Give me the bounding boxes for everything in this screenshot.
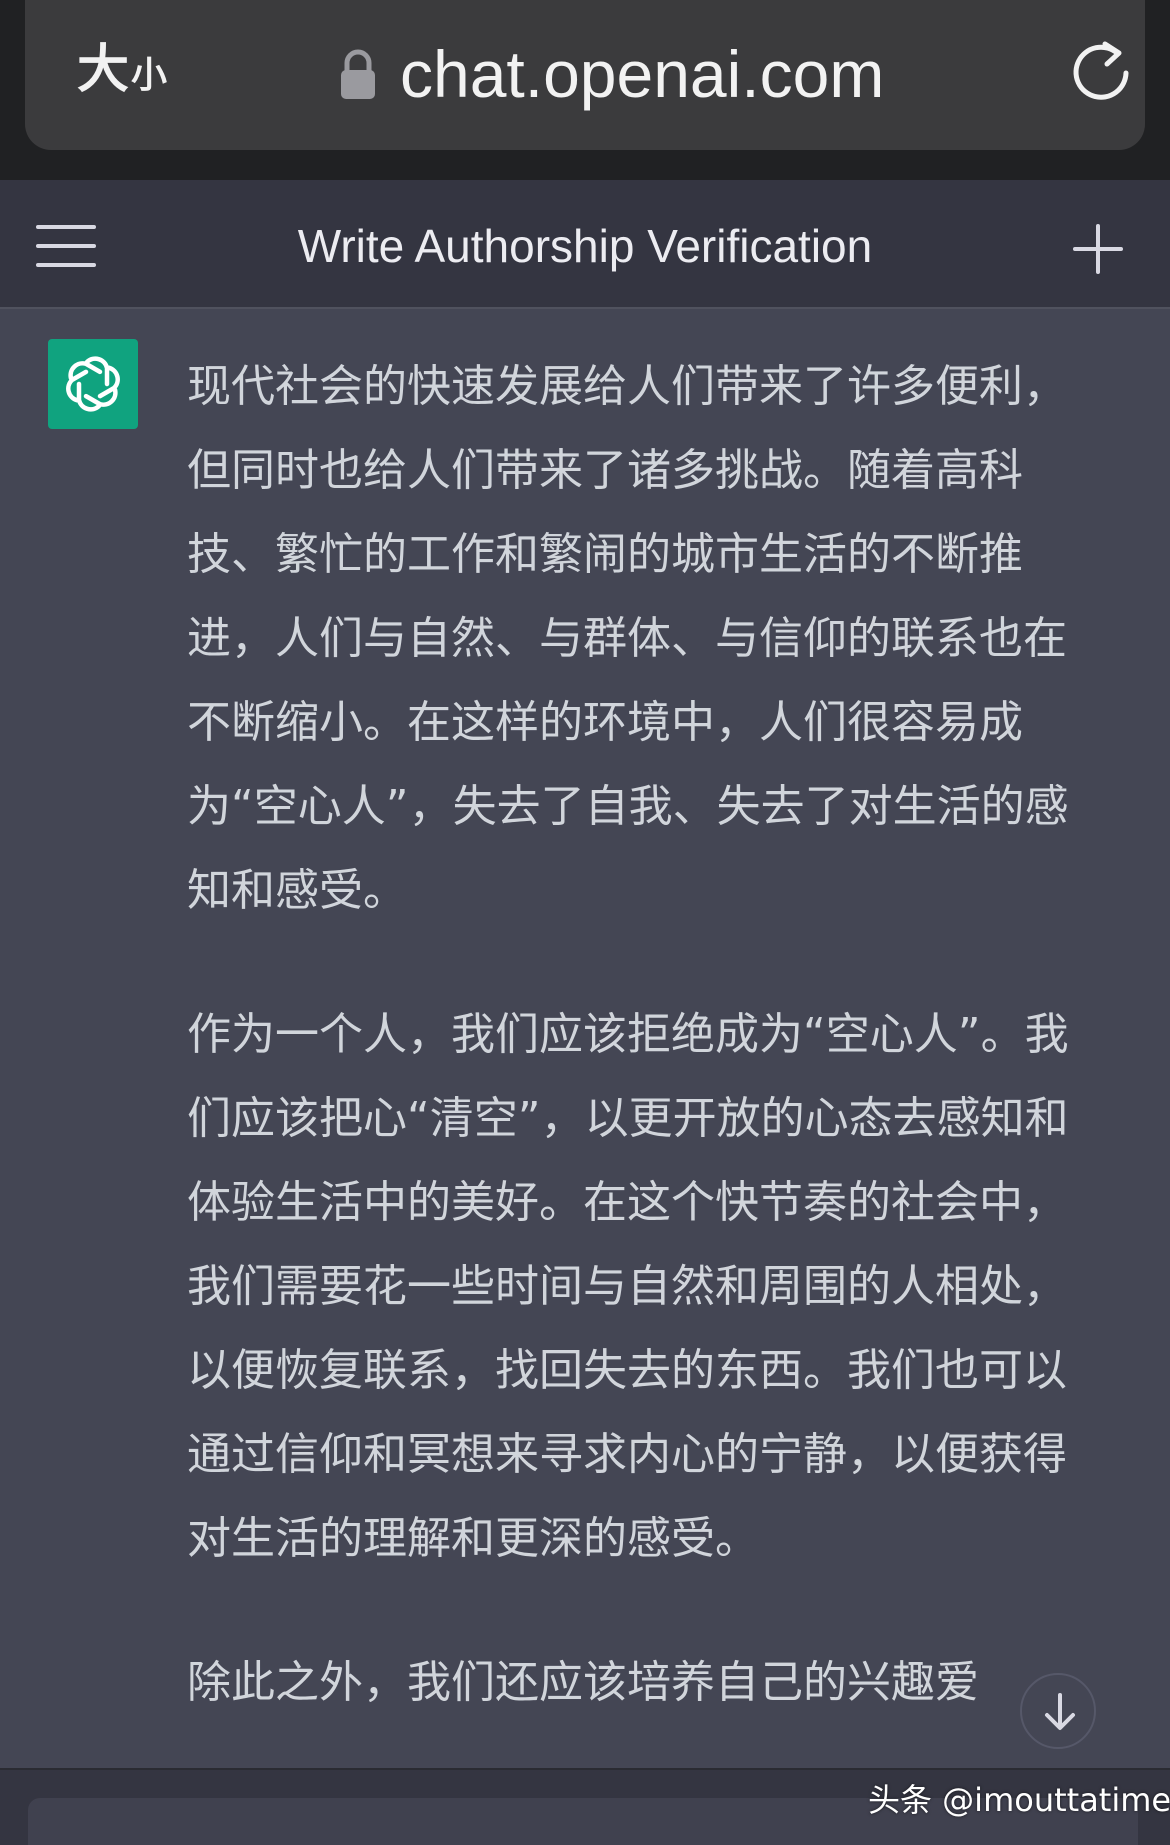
message-paragraph: 现代社会的快速发展给人们带来了许多便利，但同时也给人们带来了诸多挑战。随着高科技… [187,361,1069,916]
scroll-to-bottom-button[interactable] [1020,1673,1096,1749]
address-bar[interactable]: 大小 chat.openai.com [25,0,1145,150]
reload-icon[interactable] [1065,35,1137,107]
hamburger-menu-icon[interactable] [36,225,96,267]
text-size-button[interactable]: 大小 [77,44,167,96]
text-size-small-label: 小 [131,55,168,96]
lock-icon [341,49,375,99]
conversation-title: Write Authorship Verification [297,220,873,272]
watermark: 头条 @imouttatime [868,1781,1170,1819]
message-paragraph: 除此之外，我们还应该培养自己的兴趣爱 [187,1657,979,1708]
plus-icon[interactable] [1073,224,1123,274]
assistant-message: 现代社会的快速发展给人们带来了许多便利，但同时也给人们带来了诸多挑战。随着高科技… [0,309,1170,1769]
arrow-down-icon [1045,1693,1075,1730]
openai-logo-icon [48,339,138,429]
message-text: 现代社会的快速发展给人们带来了许多便利，但同时也给人们带来了诸多挑战。随着高科技… [187,345,1097,1769]
app-header: Write Authorship Verification [0,180,1170,309]
page: 大小 chat.openai.com Write Authorship Veri… [0,0,1170,1845]
url-text[interactable]: chat.openai.com [400,34,884,114]
message-paragraph: 作为一个人，我们应该拒绝成为“空心人”。我们应该把心“清空”，以更开放的心态去感… [187,1009,1069,1564]
browser-chrome: 大小 chat.openai.com [0,0,1170,180]
text-size-large-label: 大 [77,40,130,100]
